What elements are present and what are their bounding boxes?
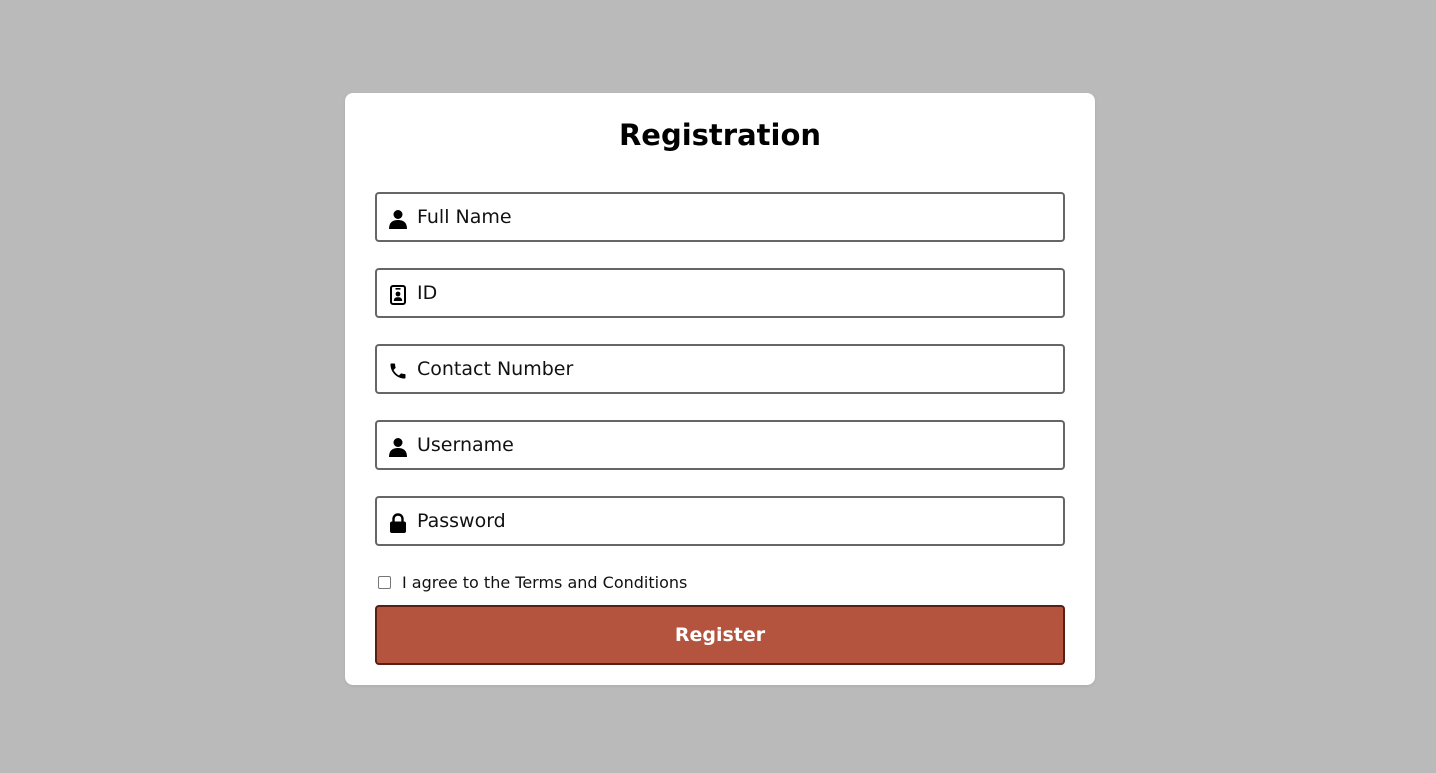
username-field[interactable] xyxy=(375,420,1065,470)
password-field[interactable] xyxy=(375,496,1065,546)
lock-icon xyxy=(388,513,408,533)
register-button[interactable]: Register xyxy=(375,605,1065,665)
contact-number-input[interactable] xyxy=(417,346,1063,392)
id-field[interactable] xyxy=(375,268,1065,318)
id-input[interactable] xyxy=(417,270,1063,316)
terms-checkbox[interactable] xyxy=(378,575,391,589)
full-name-input[interactable] xyxy=(417,194,1063,240)
user-icon xyxy=(388,437,408,457)
terms-row: I agree to the Terms and Conditions xyxy=(378,571,687,593)
terms-label[interactable]: I agree to the Terms and Conditions xyxy=(402,573,687,592)
full-name-field[interactable] xyxy=(375,192,1065,242)
form-title: Registration xyxy=(618,118,822,152)
registration-card: Registration Full Name ID Contact Number… xyxy=(345,93,1095,685)
contact-number-field[interactable] xyxy=(375,344,1065,394)
user-icon xyxy=(388,209,408,229)
phone-icon xyxy=(388,361,408,381)
id-card-icon xyxy=(388,285,408,305)
password-input[interactable] xyxy=(417,498,1063,544)
username-input[interactable] xyxy=(417,422,1063,468)
